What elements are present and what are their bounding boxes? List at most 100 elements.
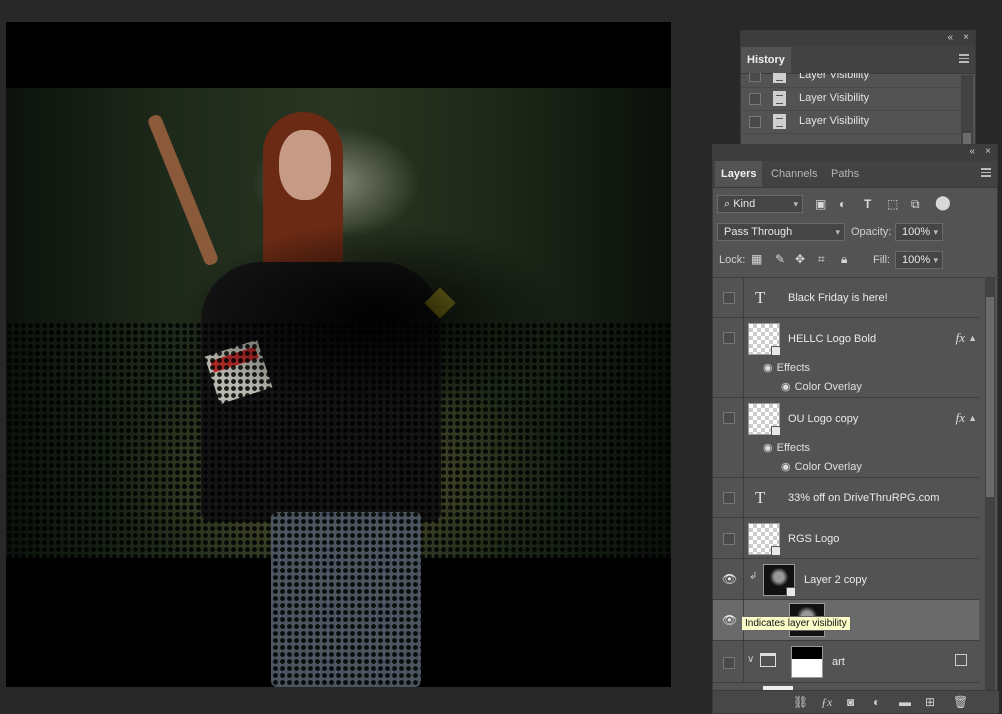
layer-row[interactable]: 👁︎ ↲ Layer 2 copy — [713, 559, 979, 600]
opacity-field[interactable]: 100% ▾ — [895, 223, 943, 241]
history-item-label: Layer Visibility — [799, 115, 870, 127]
chevron-down-icon: ▾ — [835, 227, 840, 237]
layer-row[interactable]: OU Logo copy fx ▲ ◉ Effects ◉ Color Overla… — [713, 398, 979, 478]
history-item-label: Layer Visibility — [799, 73, 870, 81]
delete-layer-icon[interactable]: 🗑︎ — [953, 695, 968, 709]
chevron-down-icon: ▾ — [793, 199, 798, 209]
layer-name[interactable]: Layer 2 copy — [804, 574, 867, 586]
shape-filter-icon[interactable]: ⬚ — [887, 197, 898, 211]
tab-history[interactable]: History — [741, 47, 791, 73]
lock-label: Lock: — [719, 254, 746, 266]
lock-position-icon[interactable]: ✥ — [795, 252, 805, 266]
new-layer-icon[interactable]: ⊞ — [925, 695, 935, 709]
tab-paths[interactable]: Paths — [825, 161, 865, 187]
smart-object-badge-icon — [955, 654, 967, 666]
new-adjustment-layer-icon[interactable]: ◐ — [873, 695, 880, 709]
tab-channels[interactable]: Channels — [765, 161, 823, 187]
lock-artboard-icon[interactable]: ⌗ — [818, 252, 825, 267]
layer-name[interactable]: Black Friday is here! — [788, 292, 888, 304]
effect-label: Color Overlay — [794, 381, 862, 393]
visibility-toggle[interactable] — [723, 492, 735, 504]
effects-row[interactable]: ◉ Effects — [763, 361, 810, 374]
scrollbar-thumb[interactable] — [986, 297, 994, 497]
eye-icon[interactable]: ◉ — [763, 442, 773, 454]
layer-name[interactable]: art — [832, 656, 845, 668]
fx-icon[interactable]: fx — [956, 410, 965, 426]
fill-field[interactable]: 100% ▾ — [895, 251, 943, 269]
layer-name[interactable]: HELLC Logo Bold — [788, 333, 876, 345]
panel-menu-icon[interactable] — [981, 168, 991, 177]
add-layer-style-icon[interactable]: ƒx — [821, 695, 832, 710]
opacity-value: 100% — [902, 226, 931, 238]
add-mask-icon[interactable]: ◙ — [847, 695, 854, 709]
history-scrollbar[interactable] — [961, 75, 973, 153]
effects-row[interactable]: ◉ Effects — [763, 441, 810, 454]
visibility-toggle[interactable] — [723, 533, 735, 545]
effect-row[interactable]: ◉ Color Overlay — [781, 460, 862, 473]
history-checkbox[interactable] — [749, 93, 761, 105]
eye-icon[interactable]: ◉ — [781, 461, 791, 473]
visibility-toggle[interactable] — [723, 657, 735, 669]
visibility-toggle[interactable] — [723, 332, 735, 344]
effect-label: Color Overlay — [794, 461, 862, 473]
collapse-icon[interactable]: « — [947, 32, 953, 43]
history-list: Layer Visibility Layer Visibility Layer … — [741, 73, 959, 155]
visibility-toggle[interactable] — [723, 292, 735, 304]
history-item[interactable]: Layer Visibility — [741, 88, 959, 111]
new-group-icon[interactable]: ▬ — [899, 695, 911, 709]
layer-name[interactable]: RGS Logo — [788, 533, 839, 545]
link-layers-icon[interactable]: ⛓︎ — [793, 695, 808, 709]
layer-row[interactable]: T 33% off on DriveThruRPG.com — [713, 478, 979, 518]
lock-image-pixels-icon[interactable]: ✎ — [775, 252, 785, 266]
filter-toggle-icon[interactable]: ⬤ — [935, 194, 951, 211]
blend-mode-select[interactable]: Pass Through ▾ — [717, 223, 845, 241]
lock-all-icon[interactable]: 🔒︎ — [841, 252, 847, 267]
lock-transparent-pixels-icon[interactable]: ▦ — [751, 252, 762, 266]
layer-row[interactable]: ∨ art — [713, 641, 979, 683]
panel-menu-icon[interactable] — [959, 54, 969, 63]
eye-icon[interactable]: 👁︎ — [722, 613, 737, 627]
layer-thumbnail[interactable] — [748, 523, 781, 556]
adjustment-filter-icon[interactable]: ◐ — [839, 197, 846, 211]
eye-icon[interactable]: ◉ — [763, 362, 773, 374]
history-checkbox[interactable] — [749, 73, 761, 82]
layer-filter-row: ⌕ Kind ▾ ▣ ◐ T ⬚ ⧉ ⬤ — [713, 191, 999, 219]
pixel-filter-icon[interactable]: ▣ — [815, 197, 826, 211]
chevron-up-icon[interactable]: ▲ — [968, 413, 977, 423]
history-checkbox[interactable] — [749, 116, 761, 128]
filter-kind-select[interactable]: ⌕ Kind ▾ — [717, 195, 803, 213]
layer-row[interactable]: HELLC Logo Bold fx ▲ ◉ Effects ◉ Color Ove… — [713, 318, 979, 398]
fill-value: 100% — [902, 254, 931, 266]
type-filter-icon[interactable]: T — [864, 197, 871, 211]
layer-row[interactable]: RGS Logo — [713, 518, 979, 559]
chevron-down-icon[interactable]: ∨ — [747, 654, 754, 665]
collapse-icon[interactable]: « — [969, 146, 975, 157]
layer-name[interactable]: OU Logo copy — [788, 413, 858, 425]
fill-label: Fill: — [873, 254, 891, 266]
smart-object-filter-icon[interactable]: ⧉ — [911, 197, 920, 212]
history-state-icon — [773, 91, 786, 106]
filter-kind-value: Kind — [733, 198, 756, 210]
layer-mask-thumbnail[interactable] — [791, 646, 823, 678]
fx-icon[interactable]: fx — [956, 330, 965, 346]
chevron-up-icon[interactable]: ▲ — [968, 333, 977, 343]
history-item[interactable]: Layer Visibility — [741, 111, 959, 134]
layer-thumbnail[interactable] — [748, 403, 781, 436]
layers-scrollbar[interactable] — [985, 277, 995, 691]
tab-layers[interactable]: Layers — [715, 161, 763, 187]
history-item[interactable]: Layer Visibility — [741, 73, 959, 88]
chevron-down-icon: ▾ — [933, 227, 938, 237]
document-canvas[interactable] — [6, 22, 671, 687]
close-icon[interactable]: × — [985, 146, 991, 157]
effect-row[interactable]: ◉ Color Overlay — [781, 380, 862, 393]
history-state-icon — [773, 114, 786, 129]
visibility-toggle[interactable] — [723, 412, 735, 424]
layer-thumbnail[interactable] — [748, 323, 781, 356]
eye-icon[interactable]: 👁︎ — [722, 572, 737, 586]
eye-icon[interactable]: ◉ — [781, 381, 791, 393]
layer-name[interactable]: 33% off on DriveThruRPG.com — [788, 492, 939, 504]
close-icon[interactable]: × — [963, 32, 969, 43]
layers-list: T Black Friday is here! HELLC Logo Bold … — [713, 277, 999, 694]
layer-row[interactable]: T Black Friday is here! — [713, 278, 979, 318]
layer-thumbnail[interactable] — [763, 564, 796, 597]
